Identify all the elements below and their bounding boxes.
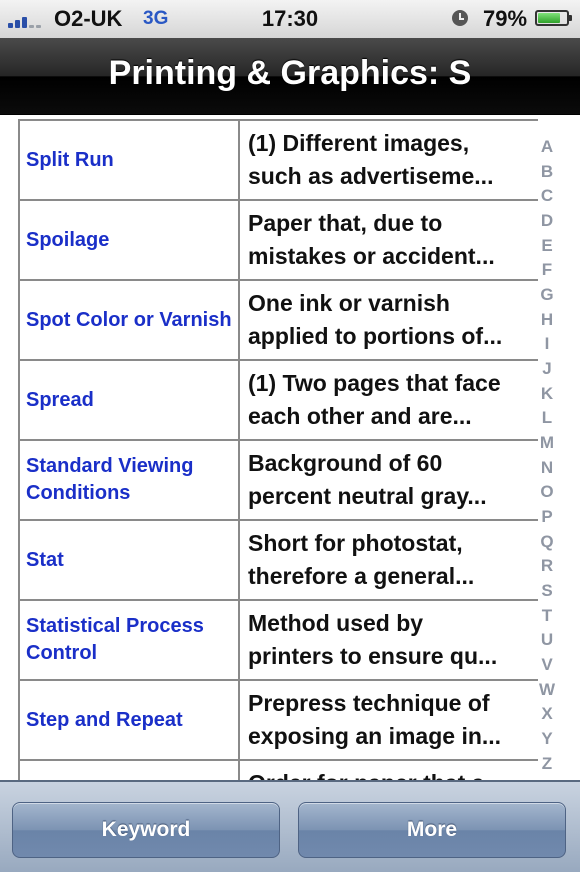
keyword-button[interactable]: Keyword (12, 802, 280, 858)
definition-line: exposing an image in... (248, 723, 502, 749)
term-label: Spoilage (26, 228, 110, 251)
column-divider (238, 681, 240, 759)
definition-line: mistakes or accident... (248, 243, 495, 269)
battery-icon (535, 10, 572, 26)
index-letter-g[interactable]: G (540, 286, 553, 303)
definition-line: Short for photostat, (248, 530, 463, 556)
definition-preview: One ink or varnish applied to portions o… (248, 287, 540, 357)
definition-line: such as advertiseme... (248, 163, 494, 189)
term-label: Split Run (26, 148, 114, 171)
index-letter-j[interactable]: J (542, 360, 551, 377)
index-letter-d[interactable]: D (541, 212, 553, 229)
page-title: Printing & Graphics: S (108, 54, 472, 92)
table-row[interactable]: Standard Viewing Conditions Background o… (18, 441, 538, 521)
index-letter-k[interactable]: K (541, 385, 553, 402)
battery-percent: 79% (483, 6, 528, 31)
battery-level-fill (538, 13, 561, 23)
definition-preview: (1) Different images, such as advertisem… (248, 127, 540, 197)
definition-line: One ink or varnish (248, 290, 450, 316)
definition-line: (1) Two pages that face (248, 370, 501, 396)
definition-preview: Method used by printers to ensure qu... (248, 607, 540, 677)
table-row[interactable]: Statistical Process Control Method used … (18, 601, 538, 681)
index-letter-q[interactable]: Q (540, 533, 553, 550)
table-row[interactable]: Spread (1) Two pages that face each othe… (18, 361, 538, 441)
index-letter-m[interactable]: M (540, 434, 554, 451)
term-label (26, 761, 232, 780)
definition-preview: (1) Two pages that face each other and a… (248, 367, 540, 437)
definition-line: Paper that, due to (248, 210, 443, 236)
index-letter-l[interactable]: L (542, 409, 552, 426)
column-divider (238, 281, 240, 359)
more-button[interactable]: More (298, 802, 566, 858)
definition-line: Method used by (248, 610, 424, 636)
status-bar: O2-UK 3G 17:30 79% (0, 0, 580, 39)
column-divider (238, 761, 240, 780)
definition-line: Order for paper that a (248, 767, 540, 780)
index-letter-h[interactable]: H (541, 311, 553, 328)
column-divider (238, 121, 240, 199)
column-divider (238, 201, 240, 279)
index-letter-n[interactable]: N (541, 459, 553, 476)
term-label: Statistical Process Control (26, 615, 204, 664)
definition-line: Background of 60 (248, 450, 443, 476)
column-divider (238, 521, 240, 599)
index-letter-u[interactable]: U (541, 631, 553, 648)
definition-preview: Prepress technique of exposing an image … (248, 687, 540, 757)
glossary-table: Split Run (1) Different images, such as … (18, 119, 538, 780)
index-letter-s[interactable]: S (541, 582, 552, 599)
definition-line: (1) Different images, (248, 130, 470, 156)
index-letter-z[interactable]: Z (542, 755, 552, 772)
definition-line: percent neutral gray... (248, 483, 487, 509)
index-letter-a[interactable]: A (541, 138, 553, 155)
index-letter-p[interactable]: P (541, 508, 552, 525)
index-letter-f[interactable]: F (542, 261, 552, 278)
index-letter-c[interactable]: C (541, 187, 553, 204)
definition-line: each other and are... (248, 403, 472, 429)
index-letter-b[interactable]: B (541, 163, 553, 180)
index-letter-o[interactable]: O (540, 483, 553, 500)
table-row[interactable]: Spoilage Paper that, due to mistakes or … (18, 201, 538, 281)
index-letter-y[interactable]: Y (541, 730, 552, 747)
index-letter-e[interactable]: E (541, 237, 552, 254)
definition-preview: Background of 60 percent neutral gray... (248, 447, 540, 517)
table-row[interactable]: Split Run (1) Different images, such as … (18, 121, 538, 201)
definition-preview: Short for photostat, therefore a general… (248, 527, 540, 597)
definition-line: Prepress technique of (248, 690, 490, 716)
section-index[interactable]: ABCDEFGHIJKLMNOPQRSTUVWXYZ (534, 138, 560, 772)
index-letter-r[interactable]: R (541, 557, 553, 574)
column-divider (238, 601, 240, 679)
column-divider (238, 441, 240, 519)
table-row[interactable]: Step and Repeat Prepress technique of ex… (18, 681, 538, 761)
index-letter-w[interactable]: W (539, 681, 555, 698)
index-letter-t[interactable]: T (542, 607, 552, 624)
index-letter-x[interactable]: X (541, 705, 552, 722)
table-row[interactable]: Spot Color or Varnish One ink or varnish… (18, 281, 538, 361)
index-letter-i[interactable]: I (545, 335, 550, 352)
definition-line: therefore a general... (248, 563, 475, 589)
definition-line: printers to ensure qu... (248, 643, 498, 669)
rotation-lock-icon (452, 10, 468, 26)
definition-line: applied to portions of... (248, 323, 503, 349)
term-label: Spread (26, 388, 94, 411)
table-row[interactable]: Stat Short for photostat, therefore a ge… (18, 521, 538, 601)
term-label: Stat (26, 548, 64, 571)
table-row[interactable]: Order for paper that a (18, 761, 538, 780)
definition-preview: Order for paper that a (248, 767, 540, 780)
column-divider (238, 361, 240, 439)
navigation-bar: Printing & Graphics: S (0, 38, 580, 115)
definition-preview: Paper that, due to mistakes or accident.… (248, 207, 540, 277)
glossary-list[interactable]: Split Run (1) Different images, such as … (0, 115, 580, 780)
term-label: Spot Color or Varnish (26, 308, 232, 331)
tab-bar: Keyword More (0, 780, 580, 872)
term-label: Step and Repeat (26, 708, 183, 731)
index-letter-v[interactable]: V (541, 656, 552, 673)
term-label: Standard Viewing Conditions (26, 455, 194, 504)
